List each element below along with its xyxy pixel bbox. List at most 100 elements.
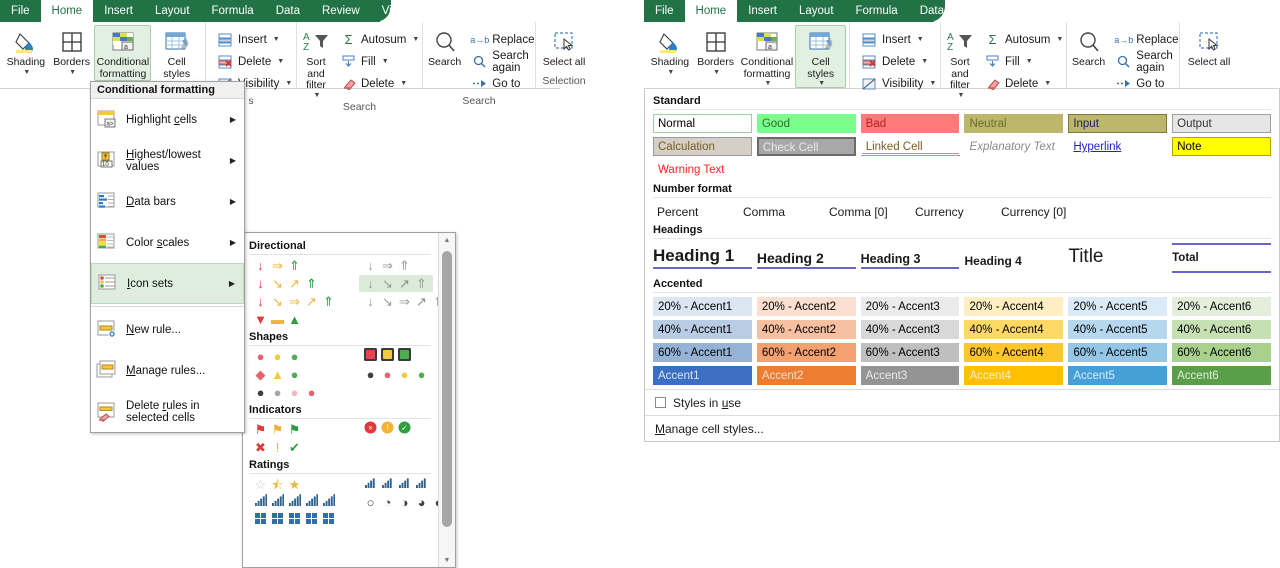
- cell-style-swatch[interactable]: Heading 4: [964, 243, 1063, 269]
- cell-style-swatch[interactable]: 20% - Accent1: [653, 297, 752, 316]
- tab-formula[interactable]: Formula: [845, 0, 909, 22]
- cf-menu-item-delete-rules-in-selected-cells[interactable]: Delete rules in selected cells: [91, 391, 244, 432]
- chevron-down-icon[interactable]: ▼: [958, 92, 965, 99]
- chevron-down-icon[interactable]: ▼: [400, 80, 407, 87]
- delete-contents-button[interactable]: Delete ▼: [980, 73, 1067, 94]
- search-again-button[interactable]: Search again: [1111, 50, 1182, 74]
- cell-style-swatch[interactable]: 20% - Accent5: [1068, 297, 1168, 316]
- cell-style-swatch[interactable]: Normal: [653, 114, 752, 133]
- cell-style-swatch[interactable]: 40% - Accent6: [1172, 320, 1271, 339]
- insert-cells-button[interactable]: Insert ▼: [213, 29, 296, 50]
- icon-set-option[interactable]: ↓ ⇒ ⇑: [359, 257, 416, 274]
- chevron-down-icon[interactable]: ▼: [314, 92, 321, 99]
- chevron-down-icon[interactable]: ▼: [667, 69, 674, 76]
- cell-style-swatch[interactable]: Heading 3: [860, 243, 960, 269]
- tab-view[interactable]: View: [371, 0, 418, 22]
- cell-styles-button[interactable]: Cell styles ▼: [151, 25, 202, 88]
- tab-layout[interactable]: Layout: [788, 0, 845, 22]
- go-to-button[interactable]: Go to: [1111, 73, 1182, 94]
- icon-set-option[interactable]: ↓ ⇒ ⇑: [249, 257, 359, 274]
- chevron-down-icon[interactable]: ▼: [382, 58, 389, 65]
- tab-formula[interactable]: Formula: [201, 0, 265, 22]
- chevron-down-icon[interactable]: ▼: [1056, 36, 1063, 43]
- cell-style-swatch[interactable]: Total: [1172, 243, 1271, 273]
- scroll-down-icon[interactable]: ▼: [439, 553, 455, 567]
- autosum-button[interactable]: Σ Autosum ▼: [980, 29, 1067, 50]
- cf-menu-item-data-bars[interactable]: Data bars ▶: [91, 181, 244, 222]
- borders-button[interactable]: Borders ▼: [49, 25, 95, 77]
- conditional-formatting-button[interactable]: a Conditional formatting ▼: [738, 25, 795, 88]
- chevron-down-icon[interactable]: ▼: [69, 69, 76, 76]
- icon-set-option[interactable]: ◆ ▲ ●: [249, 366, 359, 383]
- icon-set-option[interactable]: ✖! ✔: [249, 439, 359, 456]
- delete-contents-button[interactable]: Delete ▼: [336, 73, 423, 94]
- icon-set-option[interactable]: [249, 512, 359, 529]
- cell-style-swatch[interactable]: 40% - Accent4: [964, 320, 1064, 339]
- cell-style-swatch[interactable]: Note: [1172, 137, 1272, 156]
- cell-style-swatch[interactable]: Title: [1068, 243, 1167, 269]
- visibility-button[interactable]: Visibility ▼: [857, 73, 940, 94]
- icon-set-option[interactable]: ↓ ↘ ↗ ⇑: [359, 274, 433, 292]
- chevron-down-icon[interactable]: ▼: [277, 58, 284, 65]
- tab-review[interactable]: Review: [311, 0, 371, 22]
- tab-view[interactable]: View: [1015, 0, 1062, 22]
- cell-style-swatch[interactable]: 60% - Accent1: [653, 343, 752, 362]
- cf-menu-item-color-scales[interactable]: Color scales ▶: [91, 222, 244, 263]
- styles-in-use-checkbox[interactable]: [655, 397, 666, 408]
- cell-style-swatch[interactable]: Bad: [860, 114, 960, 133]
- cell-style-swatch[interactable]: Warning Text: [653, 160, 754, 179]
- cf-menu-item-new-rule[interactable]: New rule...: [91, 309, 244, 350]
- cell-style-swatch[interactable]: Linked Cell: [860, 137, 960, 156]
- chevron-down-icon[interactable]: ▼: [818, 80, 825, 87]
- select-all-button[interactable]: Select all: [539, 25, 589, 70]
- cell-style-swatch[interactable]: Check Cell: [756, 137, 856, 156]
- chevron-down-icon[interactable]: ▼: [917, 36, 924, 43]
- icon-sets-scrollbar[interactable]: ▲ ▼: [438, 233, 455, 567]
- sort-and-filter-button[interactable]: A Z Sort and filter ▼: [300, 25, 332, 100]
- cell-style-swatch[interactable]: Calculation: [653, 137, 752, 156]
- cell-style-swatch[interactable]: 20% - Accent3: [860, 297, 960, 316]
- cell-style-swatch[interactable]: 60% - Accent3: [860, 343, 960, 362]
- cell-style-swatch[interactable]: 60% - Accent2: [756, 343, 856, 362]
- cell-style-swatch[interactable]: Comma [0]: [825, 202, 911, 222]
- tab-data[interactable]: Data: [909, 0, 955, 22]
- chevron-down-icon[interactable]: ▼: [285, 80, 292, 87]
- manage-cell-styles-row[interactable]: Manage cell styles...: [645, 415, 1279, 441]
- borders-button[interactable]: Borders ▼: [693, 25, 739, 77]
- cell-style-swatch[interactable]: Explanatory Text: [964, 137, 1064, 156]
- cell-styles-button[interactable]: Cell styles ▼: [795, 25, 846, 88]
- select-all-button[interactable]: Select all: [1184, 25, 1234, 70]
- icon-set-option[interactable]: ● ● ● ●: [359, 366, 433, 383]
- icon-set-option[interactable]: ● ● ● ●: [249, 384, 359, 401]
- delete-cells-button[interactable]: Delete ▼: [213, 51, 296, 72]
- search-button[interactable]: Search: [1070, 25, 1107, 70]
- chevron-down-icon[interactable]: ▼: [764, 80, 771, 87]
- scrollbar-thumb[interactable]: [442, 251, 452, 527]
- cf-menu-item-manage-rules[interactable]: Manage rules...: [91, 350, 244, 391]
- icon-set-option[interactable]: ⚑ ⚑ ⚑: [249, 421, 359, 438]
- cell-style-swatch[interactable]: Accent3: [860, 366, 960, 385]
- cell-style-swatch[interactable]: Currency: [911, 202, 997, 222]
- cell-style-swatch[interactable]: Accent5: [1068, 366, 1168, 385]
- cell-style-swatch[interactable]: 40% - Accent3: [860, 320, 960, 339]
- icon-set-option[interactable]: ▼ ▬ ▲: [249, 311, 359, 328]
- tab-layout[interactable]: Layout: [144, 0, 201, 22]
- scroll-up-icon[interactable]: ▲: [439, 233, 455, 247]
- icon-set-option[interactable]: ↓↘⇒↗⇑: [359, 293, 450, 310]
- cell-style-swatch[interactable]: Heading 1: [653, 243, 752, 269]
- icon-set-option[interactable]: ×! ✓: [359, 420, 416, 438]
- styles-in-use-row[interactable]: Styles in use: [645, 389, 1279, 415]
- tab-home[interactable]: Home: [40, 0, 94, 22]
- conditional-formatting-button[interactable]: a Conditional formatting: [94, 25, 152, 81]
- cell-style-swatch[interactable]: Output: [1172, 114, 1271, 133]
- cell-style-swatch[interactable]: Percent: [653, 202, 739, 222]
- tab-home[interactable]: Home: [684, 0, 738, 22]
- cell-style-swatch[interactable]: Accent1: [653, 366, 752, 385]
- tab-file[interactable]: File: [0, 0, 41, 22]
- cell-style-swatch[interactable]: 60% - Accent5: [1068, 343, 1168, 362]
- cell-style-swatch[interactable]: Good: [756, 114, 856, 133]
- cell-style-swatch[interactable]: Comma: [739, 202, 825, 222]
- cell-style-swatch[interactable]: 20% - Accent2: [756, 297, 856, 316]
- cf-menu-item-icon-sets[interactable]: Icon sets ▶: [91, 263, 244, 304]
- icon-set-option[interactable]: [249, 493, 359, 511]
